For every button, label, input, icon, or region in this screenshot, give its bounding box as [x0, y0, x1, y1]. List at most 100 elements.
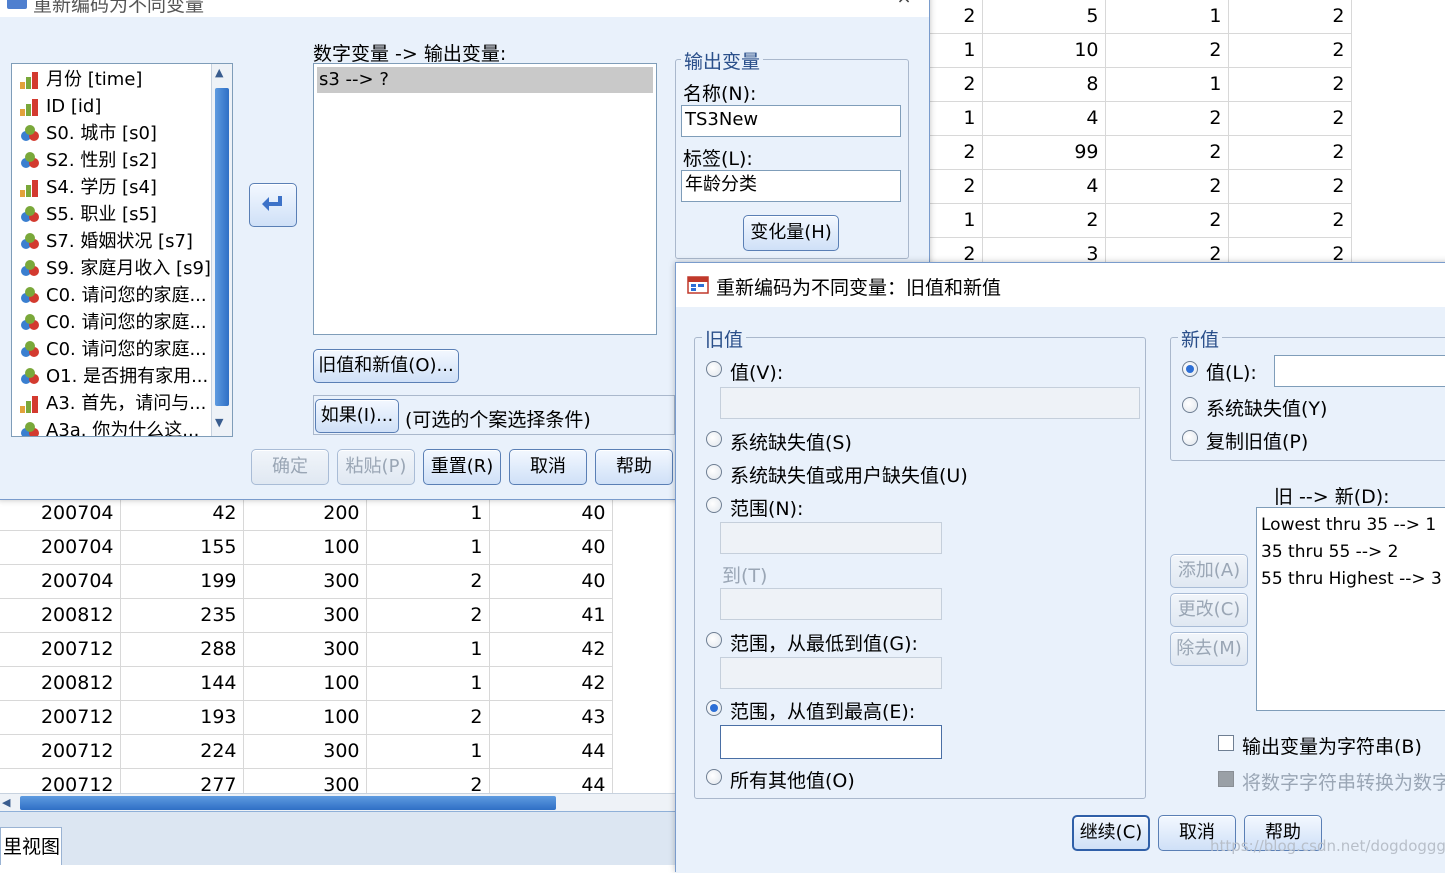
table-cell[interactable]: 40	[489, 497, 613, 531]
list-item[interactable]: C0. 请问您的家庭...	[12, 282, 210, 309]
table-cell[interactable]: 4	[982, 101, 1106, 136]
table-cell[interactable]: 40	[489, 530, 613, 565]
table-cell[interactable]: 2	[366, 700, 490, 735]
scroll-down-arrow-icon[interactable]: ▼	[215, 416, 223, 429]
name-input[interactable]: TS3New	[681, 105, 901, 137]
old-value-input[interactable]	[720, 387, 1140, 419]
list-item[interactable]: S2. 性别 [s2]	[12, 147, 210, 174]
table-cell[interactable]: 5	[982, 0, 1106, 34]
table-cell[interactable]: 1	[1105, 67, 1229, 102]
table-cell[interactable]: 2	[1105, 203, 1229, 238]
if-button[interactable]: 如果(I)...	[315, 399, 399, 433]
add-rule-button[interactable]: 添加(A)	[1170, 554, 1248, 588]
table-cell[interactable]: 100	[243, 666, 367, 701]
table-cell[interactable]: 4	[982, 169, 1106, 204]
old-range-radio[interactable]	[706, 497, 722, 513]
list-item[interactable]: C0. 请问您的家庭...	[12, 309, 210, 336]
table-cell[interactable]: 2	[1105, 101, 1229, 136]
change-rule-button[interactable]: 更改(C)	[1170, 593, 1248, 627]
table-cell[interactable]: 2	[1105, 135, 1229, 170]
table-cell[interactable]: 2	[982, 203, 1106, 238]
old-highest-input[interactable]	[720, 725, 942, 759]
table-cell[interactable]: 8	[982, 67, 1106, 102]
new-sysmis-radio[interactable]	[1182, 397, 1198, 413]
table-cell[interactable]: 99	[982, 135, 1106, 170]
table-cell[interactable]: 288	[120, 632, 244, 667]
reset-button[interactable]: 重置(R)	[423, 449, 501, 485]
mapping-item[interactable]: s3 --> ?	[317, 67, 653, 93]
scroll-left-arrow-icon[interactable]: ◀	[2, 796, 16, 810]
table-cell[interactable]: 100	[243, 530, 367, 565]
table-cell[interactable]: 44	[489, 734, 613, 769]
list-item[interactable]: S7. 婚姻状况 [s7]	[12, 228, 210, 255]
convert-numeric-checkbox[interactable]	[1218, 771, 1234, 787]
old-lowest-radio[interactable]	[706, 632, 722, 648]
change-output-button[interactable]: 变化量(H)	[743, 215, 839, 251]
label-input[interactable]: 年龄分类	[681, 170, 901, 202]
old-sysuser-radio[interactable]	[706, 464, 722, 480]
table-cell[interactable]: 2	[930, 0, 983, 34]
table-cell[interactable]: 200712	[0, 734, 121, 769]
table-cell[interactable]: 200	[243, 497, 367, 531]
table-cell[interactable]: 40	[489, 564, 613, 599]
table-cell[interactable]: 155	[120, 530, 244, 565]
variable-list-scroll-thumb[interactable]	[215, 88, 229, 406]
ok-button[interactable]: 确定	[251, 449, 329, 485]
new-value-radio[interactable]	[1182, 361, 1198, 377]
table-cell[interactable]: 1	[366, 530, 490, 565]
scroll-up-arrow-icon[interactable]: ▲	[215, 66, 223, 79]
mapping-list[interactable]: s3 --> ?	[313, 63, 657, 335]
table-cell[interactable]: 2	[930, 135, 983, 170]
table-cell[interactable]: 2	[366, 564, 490, 599]
table-cell[interactable]: 200704	[0, 530, 121, 565]
table-cell[interactable]: 41	[489, 598, 613, 633]
list-item[interactable]: C0. 请问您的家庭...	[12, 336, 210, 363]
table-cell[interactable]: 1	[366, 632, 490, 667]
table-cell[interactable]: 2	[1228, 33, 1352, 68]
list-item[interactable]: O1. 是否拥有家用...	[12, 363, 210, 390]
table-cell[interactable]: 193	[120, 700, 244, 735]
list-item[interactable]: Lowest thru 35 --> 1	[1257, 512, 1442, 539]
table-cell[interactable]: 300	[243, 598, 367, 633]
variable-list[interactable]: 月份 [time] ID [id] S0. 城市 [s0] S2. 性别 [s2] S4…	[11, 63, 233, 437]
new-copy-radio[interactable]	[1182, 430, 1198, 446]
table-cell[interactable]: 2	[1105, 169, 1229, 204]
help-button[interactable]: 帮助	[595, 449, 673, 485]
table-cell[interactable]: 300	[243, 632, 367, 667]
list-item[interactable]: A3a. 你为什么这...	[12, 417, 210, 436]
table-cell[interactable]: 1	[930, 101, 983, 136]
table-cell[interactable]: 2	[1228, 169, 1352, 204]
old-highest-radio[interactable]	[706, 700, 722, 716]
table-cell[interactable]: 1	[366, 666, 490, 701]
table-cell[interactable]: 144	[120, 666, 244, 701]
close-icon[interactable]: ×	[892, 0, 916, 8]
string-output-checkbox[interactable]	[1218, 735, 1234, 751]
table-cell[interactable]: 200712	[0, 632, 121, 667]
table-cell[interactable]: 2	[930, 67, 983, 102]
table-cell[interactable]: 224	[120, 734, 244, 769]
table-cell[interactable]: 1	[1105, 0, 1229, 34]
list-item[interactable]: S0. 城市 [s0]	[12, 120, 210, 147]
table-cell[interactable]: 1	[366, 734, 490, 769]
table-cell[interactable]: 200704	[0, 497, 121, 531]
table-cell[interactable]: 100	[243, 700, 367, 735]
table-cell[interactable]: 42	[489, 666, 613, 701]
old-range-from-input[interactable]	[720, 522, 942, 554]
remove-rule-button[interactable]: 除去(M)	[1170, 632, 1248, 666]
table-cell[interactable]: 1	[930, 33, 983, 68]
move-variable-button[interactable]	[249, 183, 297, 227]
list-item[interactable]: S5. 职业 [s5]	[12, 201, 210, 228]
old-sysmis-radio[interactable]	[706, 431, 722, 447]
list-item[interactable]: S4. 学历 [s4]	[12, 174, 210, 201]
table-cell[interactable]: 2	[1228, 203, 1352, 238]
table-cell[interactable]: 200812	[0, 598, 121, 633]
table-cell[interactable]: 2	[1228, 0, 1352, 34]
table-cell[interactable]: 2	[1228, 67, 1352, 102]
table-cell[interactable]: 2	[1105, 33, 1229, 68]
list-item[interactable]: 月份 [time]	[12, 66, 210, 93]
old-value-radio[interactable]	[706, 361, 722, 377]
old-new-values-button[interactable]: 旧值和新值(O)...	[313, 349, 459, 383]
table-cell[interactable]: 2	[1228, 135, 1352, 170]
rules-list[interactable]: Lowest thru 35 --> 1 35 thru 55 --> 2 55 t…	[1256, 507, 1445, 711]
table-cell[interactable]: 199	[120, 564, 244, 599]
